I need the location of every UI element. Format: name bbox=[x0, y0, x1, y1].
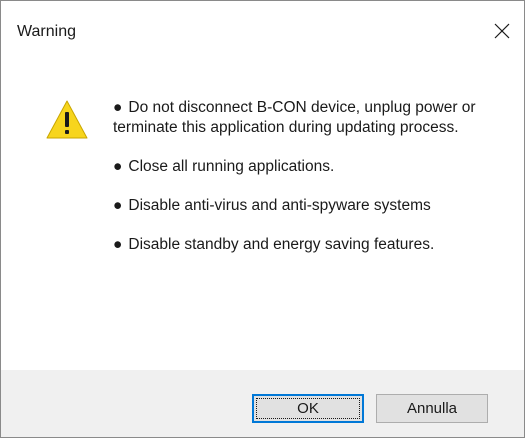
message-item: ● Do not disconnect B-CON device, unplug … bbox=[113, 98, 503, 138]
warning-triangle-icon bbox=[45, 98, 89, 142]
bullet: ● bbox=[113, 236, 123, 253]
title-bar: Warning bbox=[1, 1, 524, 41]
message-body: ● Do not disconnect B-CON device, unplug … bbox=[113, 98, 503, 274]
close-icon bbox=[494, 23, 510, 39]
message-item: ● Close all running applications. bbox=[113, 157, 503, 177]
ok-button[interactable]: OK bbox=[252, 394, 364, 423]
cancel-button[interactable]: Annulla bbox=[376, 394, 488, 423]
message-item: ● Disable standby and energy saving featu… bbox=[113, 235, 503, 255]
button-bar: OK Annulla bbox=[1, 370, 524, 437]
bullet: ● bbox=[113, 99, 123, 116]
cancel-button-label: Annulla bbox=[406, 400, 458, 417]
focus-ring bbox=[256, 398, 360, 419]
bullet: ● bbox=[113, 197, 123, 214]
close-button[interactable] bbox=[480, 13, 524, 49]
message-text: Disable anti-virus and anti-spyware syst… bbox=[128, 197, 431, 214]
warning-dialog: Warning ● Do not disconnect B-CON device,… bbox=[0, 0, 525, 438]
window-title: Warning bbox=[17, 23, 76, 40]
message-text: Do not disconnect B-CON device, unplug p… bbox=[113, 99, 476, 136]
message-text: Disable standby and energy saving featur… bbox=[128, 236, 435, 253]
bullet: ● bbox=[113, 158, 123, 175]
message-text: Close all running applications. bbox=[128, 158, 335, 175]
message-item: ● Disable anti-virus and anti-spyware sys… bbox=[113, 196, 503, 216]
